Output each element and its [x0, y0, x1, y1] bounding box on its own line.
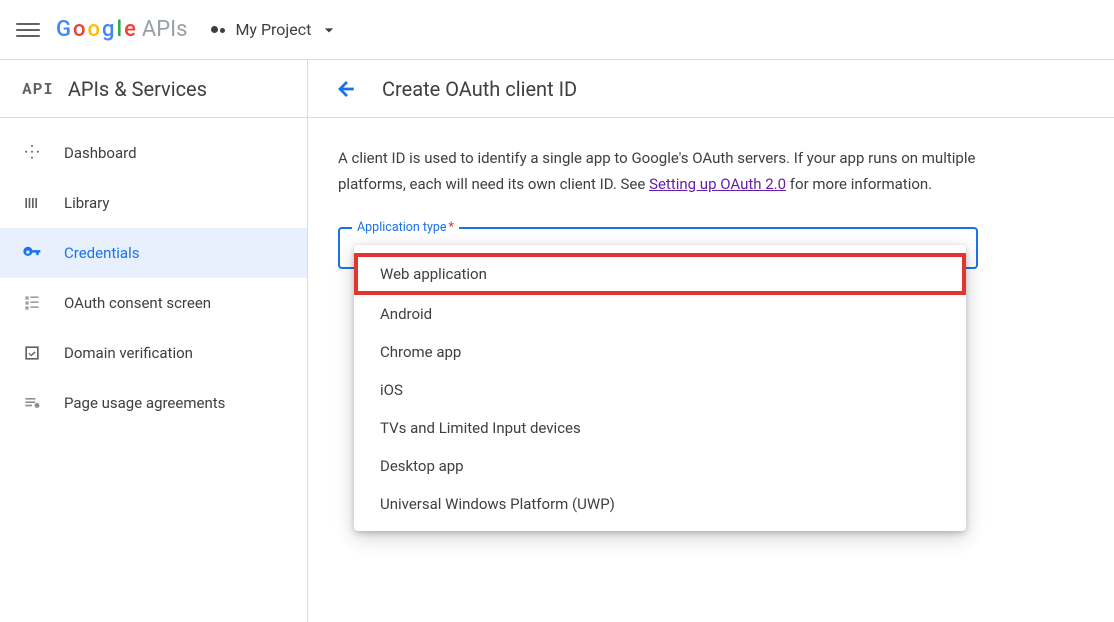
arrow-left-icon — [335, 78, 357, 100]
sidebar-item-label: Domain verification — [64, 344, 193, 362]
sidebar-header: API APIs & Services — [0, 60, 307, 118]
menu-icon[interactable] — [16, 18, 40, 42]
dropdown-option-ios[interactable]: iOS — [354, 371, 966, 409]
sidebar-item-label: OAuth consent screen — [64, 294, 211, 312]
verify-icon — [22, 343, 42, 363]
field-label: Application type* — [352, 220, 459, 235]
sidebar-item-library[interactable]: Library — [0, 178, 307, 228]
chevron-down-icon — [319, 20, 339, 40]
project-name: My Project — [235, 20, 311, 39]
sidebar-item-label: Page usage agreements — [64, 394, 225, 412]
project-icon — [211, 22, 227, 38]
key-icon — [22, 243, 42, 263]
consent-icon — [22, 293, 42, 313]
sidebar-nav: Dashboard Library Credentials OAuth cons… — [0, 118, 307, 428]
dropdown-option-desktop-app[interactable]: Desktop app — [354, 447, 966, 485]
dashboard-icon — [22, 143, 42, 163]
description-text: A client ID is used to identify a single… — [338, 146, 978, 197]
sidebar-item-page-usage[interactable]: Page usage agreements — [0, 378, 307, 428]
setup-oauth-link[interactable]: Setting up OAuth 2.0 — [649, 175, 786, 193]
dropdown-option-web-application[interactable]: Web application — [354, 253, 966, 295]
sidebar-item-oauth-consent[interactable]: OAuth consent screen — [0, 278, 307, 328]
dropdown-option-chrome-app[interactable]: Chrome app — [354, 333, 966, 371]
dropdown-option-tvs[interactable]: TVs and Limited Input devices — [354, 409, 966, 447]
sidebar-item-label: Credentials — [64, 244, 139, 262]
top-bar: Google APIs My Project — [0, 0, 1114, 60]
sidebar-title: APIs & Services — [68, 77, 207, 101]
main-area: Create OAuth client ID A client ID is us… — [308, 60, 1114, 622]
sidebar-item-label: Library — [64, 194, 109, 212]
sidebar-item-domain-verification[interactable]: Domain verification — [0, 328, 307, 378]
content: A client ID is used to identify a single… — [308, 118, 1008, 269]
back-button[interactable] — [334, 77, 358, 101]
sidebar: API APIs & Services Dashboard Library Cr… — [0, 60, 308, 622]
dropdown-option-android[interactable]: Android — [354, 295, 966, 333]
main-header: Create OAuth client ID — [308, 60, 1114, 118]
application-type-dropdown: Web application Android Chrome app iOS T… — [354, 245, 966, 531]
library-icon — [22, 193, 42, 213]
application-type-field: Application type* Web application Androi… — [338, 227, 978, 269]
dropdown-option-uwp[interactable]: Universal Windows Platform (UWP) — [354, 485, 966, 523]
logo-suffix: APIs — [142, 17, 188, 42]
page-title: Create OAuth client ID — [382, 77, 577, 101]
agreements-icon — [22, 393, 42, 413]
sidebar-item-label: Dashboard — [64, 144, 137, 162]
api-product-icon: API — [22, 78, 54, 99]
google-apis-logo[interactable]: Google APIs — [56, 17, 187, 42]
sidebar-item-dashboard[interactable]: Dashboard — [0, 128, 307, 178]
sidebar-item-credentials[interactable]: Credentials — [0, 228, 307, 278]
project-picker[interactable]: My Project — [203, 16, 347, 44]
